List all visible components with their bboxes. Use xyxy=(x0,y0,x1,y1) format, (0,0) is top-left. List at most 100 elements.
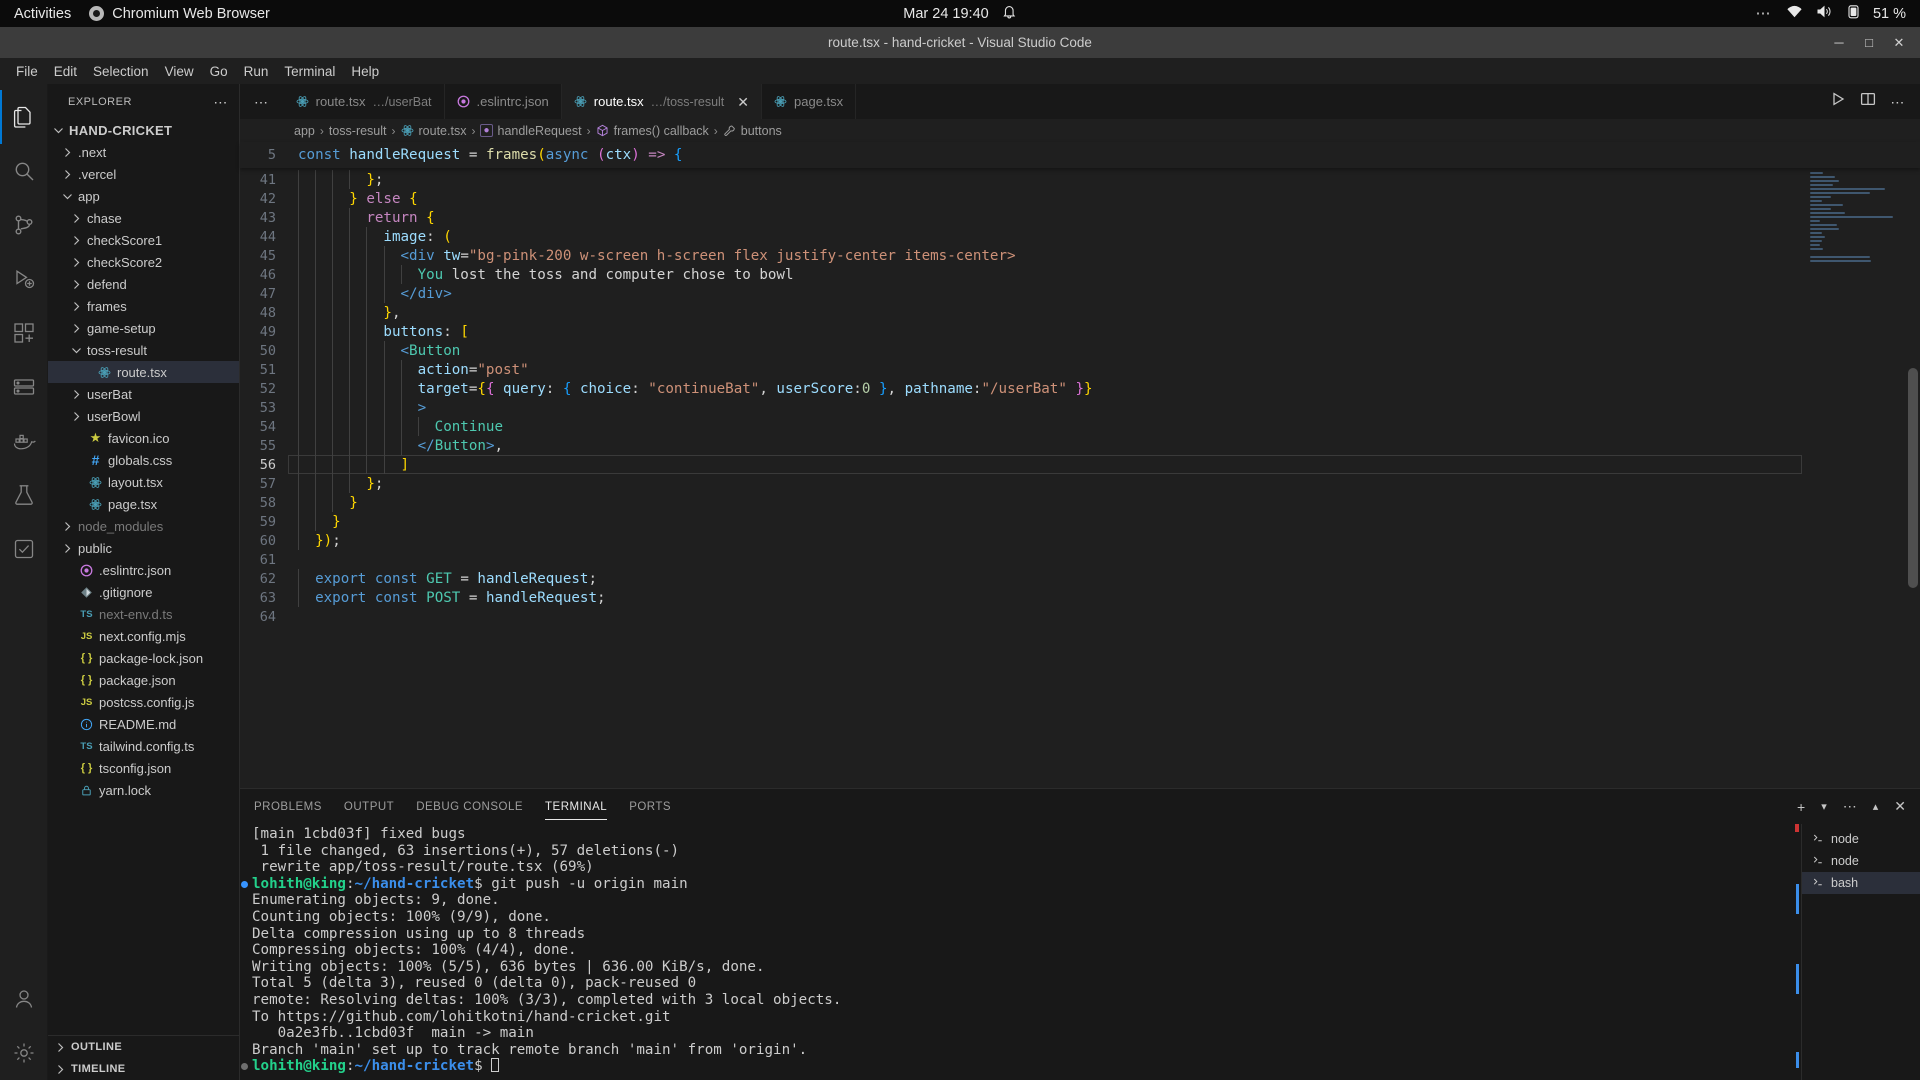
tabbar-overflow-button[interactable]: ⋯ xyxy=(240,84,284,119)
panel-tab-ports[interactable]: PORTS xyxy=(629,792,671,822)
tree-folder-row[interactable]: .next xyxy=(48,141,239,163)
tree-folder-row[interactable]: userBowl xyxy=(48,405,239,427)
gnome-tray[interactable]: ⋯ 51 % xyxy=(1755,4,1906,23)
tree-file-row[interactable]: TS tailwind.config.ts xyxy=(48,735,239,757)
new-terminal-button[interactable]: + xyxy=(1797,799,1805,815)
panel-tab-terminal[interactable]: TERMINAL xyxy=(545,792,608,822)
explorer-more-actions-icon[interactable]: ⋯ xyxy=(213,95,229,109)
battery-icon[interactable] xyxy=(1848,4,1859,23)
chevron-right-icon[interactable] xyxy=(70,278,83,291)
tree-file-row[interactable]: ★ favicon.ico xyxy=(48,427,239,449)
chevron-right-icon[interactable] xyxy=(70,300,83,313)
code-line[interactable]: 59 } xyxy=(240,512,1920,531)
panel-tab-output[interactable]: OUTPUT xyxy=(344,792,394,822)
code-line[interactable]: 51 action="post" xyxy=(240,360,1920,379)
terminal-more-actions-icon[interactable]: ⋯ xyxy=(1843,798,1857,815)
editor-more-actions-button[interactable]: ⋯ xyxy=(1890,95,1906,109)
code-line[interactable]: 55 </Button>, xyxy=(240,436,1920,455)
chevron-down-icon[interactable] xyxy=(52,124,65,137)
tree-file-row[interactable]: { } package.json xyxy=(48,669,239,691)
activity-docker-icon[interactable] xyxy=(0,414,48,468)
tree-folder-row[interactable]: node_modules xyxy=(48,515,239,537)
tree-folder-row[interactable]: defend xyxy=(48,273,239,295)
terminal-list-item[interactable]: node xyxy=(1802,850,1920,872)
tree-file-row[interactable]: TS next-env.d.ts xyxy=(48,603,239,625)
tree-folder-row[interactable]: .vercel xyxy=(48,163,239,185)
chevron-right-icon[interactable] xyxy=(61,542,74,555)
code-line[interactable]: 42 } else { xyxy=(240,189,1920,208)
tree-file-row[interactable]: JS postcss.config.js xyxy=(48,691,239,713)
menu-edit[interactable]: Edit xyxy=(46,61,85,82)
wifi-icon[interactable] xyxy=(1786,5,1803,22)
panel-tab-debug-console[interactable]: DEBUG CONSOLE xyxy=(416,792,523,822)
code-line[interactable]: 50 <Button xyxy=(240,341,1920,360)
tree-file-row[interactable]: { } tsconfig.json xyxy=(48,757,239,779)
activity-search-icon[interactable] xyxy=(0,144,48,198)
code-line[interactable]: 54 Continue xyxy=(240,417,1920,436)
code-line[interactable]: 41 }; xyxy=(240,170,1920,189)
activity-run-debug-icon[interactable] xyxy=(0,252,48,306)
editor-tab[interactable]: .eslintrc.json xyxy=(444,84,562,119)
tree-folder-row[interactable]: public xyxy=(48,537,239,559)
tree-file-row[interactable]: README.md xyxy=(48,713,239,735)
code-line[interactable]: 56 ] xyxy=(240,455,1920,474)
menu-selection[interactable]: Selection xyxy=(85,61,157,82)
tree-folder-row[interactable]: frames xyxy=(48,295,239,317)
code-line[interactable]: 45 <div tw="bg-pink-200 w-screen h-scree… xyxy=(240,246,1920,265)
volume-icon[interactable] xyxy=(1817,5,1834,22)
terminal-list-item[interactable]: node xyxy=(1802,828,1920,850)
activity-checklist-icon[interactable] xyxy=(0,522,48,576)
chevron-down-icon[interactable] xyxy=(70,344,83,357)
code-line[interactable]: 49 buttons: [ xyxy=(240,322,1920,341)
tree-folder-row[interactable]: checkScore1 xyxy=(48,229,239,251)
gnome-clock-group[interactable]: Mar 24 19:40 xyxy=(903,4,1016,23)
editor-tab[interactable]: route.tsx …/userBat xyxy=(283,84,445,119)
breadcrumb-item[interactable]: ● handleRequest xyxy=(480,124,582,138)
tree-folder-row[interactable]: checkScore2 xyxy=(48,251,239,273)
tree-file-row[interactable]: { } package-lock.json xyxy=(48,647,239,669)
chevron-right-icon[interactable] xyxy=(70,410,83,423)
breadcrumb-item[interactable]: toss-result xyxy=(329,124,387,138)
code-line[interactable]: 64 xyxy=(240,607,1920,626)
breadcrumb-item[interactable]: route.tsx xyxy=(401,124,466,138)
tree-folder-row[interactable]: game-setup xyxy=(48,317,239,339)
menu-file[interactable]: File xyxy=(8,61,46,82)
code-line[interactable]: 63 export const POST = handleRequest; xyxy=(240,588,1920,607)
close-panel-icon[interactable]: ✕ xyxy=(1894,798,1906,815)
menu-go[interactable]: Go xyxy=(202,61,236,82)
gear-icon[interactable] xyxy=(0,1026,48,1080)
activity-beaker-icon[interactable] xyxy=(0,468,48,522)
code-line[interactable]: 62 export const GET = handleRequest; xyxy=(240,569,1920,588)
activity-remote-explorer-icon[interactable] xyxy=(0,360,48,414)
editor-scrollbar-thumb[interactable] xyxy=(1908,368,1918,588)
menu-run[interactable]: Run xyxy=(236,61,277,82)
tree-root-row[interactable]: HAND-CRICKET xyxy=(48,119,239,141)
tree-folder-row[interactable]: toss-result xyxy=(48,339,239,361)
chevron-right-icon[interactable] xyxy=(61,520,74,533)
breadcrumb-item[interactable]: frames() callback xyxy=(596,124,709,138)
activities-button[interactable]: Activities xyxy=(14,6,71,22)
code-line[interactable]: 48 }, xyxy=(240,303,1920,322)
activity-extensions-icon[interactable] xyxy=(0,306,48,360)
tree-folder-row[interactable]: userBat xyxy=(48,383,239,405)
menu-terminal[interactable]: Terminal xyxy=(276,61,343,82)
chevron-right-icon[interactable] xyxy=(61,146,74,159)
chevron-right-icon[interactable] xyxy=(70,322,83,335)
tree-file-row[interactable]: .gitignore xyxy=(48,581,239,603)
sidebar-section-timeline[interactable]: TIMELINE xyxy=(48,1058,239,1080)
code-line[interactable]: 52 target={{ query: { choice: "continueB… xyxy=(240,379,1920,398)
maximize-panel-icon[interactable]: ▴ xyxy=(1873,800,1879,813)
chevron-right-icon[interactable] xyxy=(70,234,83,247)
menu-view[interactable]: View xyxy=(157,61,202,82)
menu-help[interactable]: Help xyxy=(343,61,387,82)
sticky-scroll-line[interactable]: 5 const handleRequest = frames(async (ct… xyxy=(240,142,1920,168)
panel-tab-problems[interactable]: PROBLEMS xyxy=(254,792,322,822)
tree-file-row[interactable]: JS next.config.mjs xyxy=(48,625,239,647)
tree-folder-row[interactable]: chase xyxy=(48,207,239,229)
tree-file-row[interactable]: page.tsx xyxy=(48,493,239,515)
tree-file-row[interactable]: route.tsx xyxy=(48,361,239,383)
code-line[interactable]: 44 image: ( xyxy=(240,227,1920,246)
terminal-output[interactable]: [main 1cbd03f] fixed bugs 1 file changed… xyxy=(240,824,1789,1080)
editor-tab[interactable]: route.tsx …/toss-result ✕ xyxy=(561,84,763,119)
notification-bell-icon[interactable] xyxy=(1003,4,1017,23)
